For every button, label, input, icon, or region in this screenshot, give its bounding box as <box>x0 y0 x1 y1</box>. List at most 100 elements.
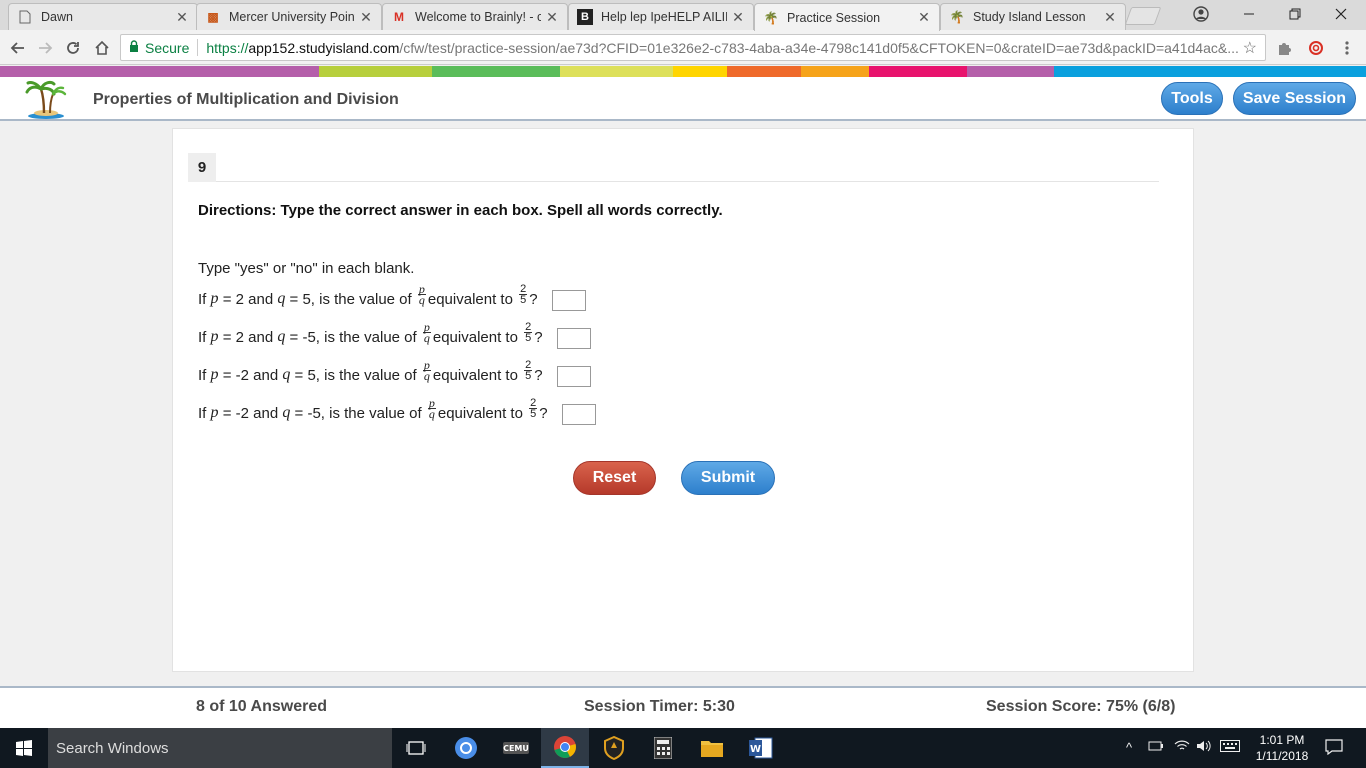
chevron-up-icon[interactable]: ^ <box>1126 740 1132 755</box>
and-text: and <box>248 291 274 308</box>
session-score: Session Score: 75% (6/8) <box>986 698 1176 715</box>
question-card: 9 Directions: Type the correct answer in… <box>172 128 1194 672</box>
close-icon[interactable]: ✕ <box>917 9 931 26</box>
word-app-icon[interactable]: W <box>737 728 785 768</box>
calculator-app-icon[interactable] <box>639 728 687 768</box>
answer-input[interactable] <box>556 328 591 349</box>
cortana-app-icon[interactable] <box>442 728 490 768</box>
answered-count: 8 of 10 Answered <box>196 698 328 715</box>
search-placeholder: Search Windows <box>56 739 169 757</box>
file-explorer-app-icon[interactable] <box>688 728 736 768</box>
close-icon[interactable]: ✕ <box>731 9 745 26</box>
and-text: and <box>253 367 279 384</box>
close-icon[interactable]: ✕ <box>175 9 189 26</box>
address-bar[interactable]: Secure https:// app152.studyisland.com /… <box>120 34 1266 61</box>
bookmark-star-icon[interactable]: ☆ <box>1243 38 1257 58</box>
notifications-icon[interactable] <box>1325 739 1343 758</box>
equals-sign: = <box>222 405 232 422</box>
save-session-button[interactable]: Save Session <box>1233 82 1356 115</box>
minimize-icon[interactable] <box>1226 0 1272 28</box>
answer-input[interactable] <box>551 290 586 311</box>
equals-sign: = <box>294 367 304 384</box>
question-row: If p = 2 and q = 5, is the value of p q eq… <box>198 278 586 311</box>
reset-label: Reset <box>592 469 637 486</box>
rainbow-stripe <box>0 66 1366 77</box>
answer-input[interactable] <box>556 366 591 387</box>
extension-puzzle-icon[interactable] <box>1275 39 1293 57</box>
instruction-text: Type "yes" or "no" in each blank. <box>198 260 415 277</box>
question-mark: ? <box>534 329 543 346</box>
fraction-denominator: 5 <box>530 408 537 420</box>
rainbow-segment <box>432 66 560 77</box>
p-value: 2 <box>235 291 244 308</box>
tab-title: Welcome to Brainly! - c <box>415 10 541 24</box>
equals-sign: = <box>294 405 304 422</box>
new-tab-button[interactable] <box>1124 7 1162 25</box>
q-value: 5 <box>302 291 311 308</box>
fraction-denominator: q <box>418 293 425 307</box>
if-text: If <box>198 367 207 384</box>
reset-button[interactable]: Reset <box>573 461 656 495</box>
tab-title: Dawn <box>41 10 73 24</box>
var-p: p <box>210 290 219 307</box>
rainbow-segment <box>560 66 673 77</box>
rainbow-segment <box>0 66 160 77</box>
home-icon[interactable] <box>90 36 114 60</box>
var-q: q <box>282 366 291 383</box>
windows-taskbar: Search Windows CEMU W ^ 1:01 PM 1/11/201… <box>0 728 1366 768</box>
var-p: p <box>210 328 219 345</box>
fraction-two-fifths: 25 <box>524 322 533 344</box>
shield-app-icon[interactable] <box>590 728 638 768</box>
profile-icon[interactable] <box>1178 0 1224 28</box>
windows-search-box[interactable]: Search Windows <box>48 728 392 768</box>
tab-title: Practice Session <box>787 10 881 25</box>
reload-icon[interactable] <box>61 36 85 60</box>
menu-kebab-icon[interactable] <box>1338 39 1356 57</box>
tools-button[interactable]: Tools <box>1161 82 1223 115</box>
tab-brainly[interactable]: B Help lep IpeHELP AILIE ✕ <box>568 3 754 30</box>
rainbow-segment <box>160 66 319 77</box>
extension-swirl-icon[interactable] <box>1307 39 1325 57</box>
lock-icon <box>129 40 139 55</box>
q-value: -5 <box>307 405 321 422</box>
windows-start-icon[interactable] <box>0 728 48 768</box>
battery-icon[interactable] <box>1148 740 1164 755</box>
close-window-icon[interactable] <box>1318 0 1364 28</box>
p-value: -2 <box>235 367 249 384</box>
chrome-app-icon[interactable] <box>541 728 589 768</box>
fraction-denominator: q <box>423 369 430 383</box>
submit-button[interactable]: Submit <box>681 461 775 495</box>
fraction-p-over-q: pq <box>417 283 426 307</box>
question-row: If p = 2 and q = -5, is the value of pqe… <box>198 316 591 349</box>
close-icon[interactable]: ✕ <box>359 9 373 26</box>
system-clock[interactable]: 1:01 PM 1/11/2018 <box>1246 732 1318 764</box>
fraction-denominator: 5 <box>525 370 532 382</box>
gmail-icon: M <box>394 10 404 24</box>
if-text: If <box>198 291 207 308</box>
tab-gmail[interactable]: M Welcome to Brainly! - c ✕ <box>382 3 568 30</box>
restore-icon[interactable] <box>1272 0 1318 28</box>
rainbow-segment <box>967 66 1054 77</box>
tab-dawn[interactable]: Dawn ✕ <box>8 3 198 30</box>
rainbow-segment <box>869 66 967 77</box>
question-mark: ? <box>534 367 543 384</box>
back-arrow-icon[interactable] <box>6 36 30 60</box>
answer-input[interactable] <box>561 404 596 425</box>
close-icon[interactable]: ✕ <box>545 9 559 26</box>
rainbow-segment <box>673 66 727 77</box>
value-of-text: , is the value of <box>315 367 417 384</box>
tab-practice-session[interactable]: 🌴 Practice Session ✕ <box>754 3 940 31</box>
task-view-icon[interactable] <box>392 728 440 768</box>
security-label: Secure <box>145 39 190 56</box>
fraction-denominator: q <box>428 407 435 421</box>
volume-icon[interactable] <box>1196 740 1212 755</box>
wifi-icon[interactable] <box>1174 740 1190 755</box>
cemu-app-icon[interactable]: CEMU <box>492 728 540 768</box>
equals-sign: = <box>222 367 232 384</box>
tab-study-island-lesson[interactable]: 🌴 Study Island Lesson ✕ <box>940 3 1126 30</box>
tab-mercer[interactable]: ▩ Mercer University Point ✕ <box>196 3 382 30</box>
forward-arrow-icon[interactable] <box>33 36 57 60</box>
keyboard-icon[interactable] <box>1220 740 1240 755</box>
clock-date: 1/11/2018 <box>1255 749 1309 763</box>
close-icon[interactable]: ✕ <box>1103 9 1117 26</box>
